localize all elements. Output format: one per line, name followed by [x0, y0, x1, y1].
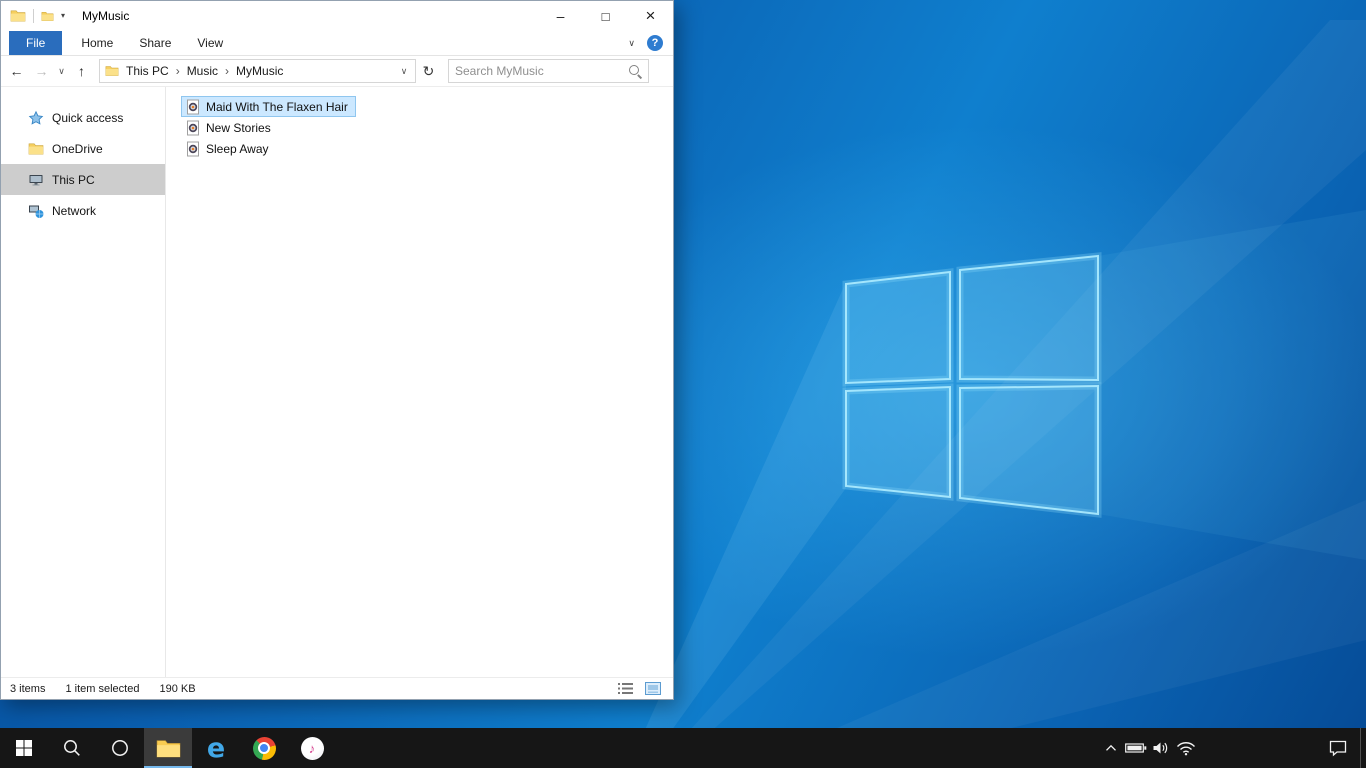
breadcrumb-mymusic[interactable]: MyMusic: [229, 64, 290, 78]
details-view-button[interactable]: [615, 680, 635, 698]
window-title: MyMusic: [82, 9, 130, 23]
sidebar-item-network[interactable]: Network: [1, 195, 165, 226]
search-icon[interactable]: [628, 64, 642, 78]
qat-folder-button-icon[interactable]: [41, 10, 54, 23]
media-file-icon: [185, 99, 201, 115]
search-icon: [62, 738, 82, 758]
recent-locations-chevron-icon[interactable]: ∨: [54, 66, 69, 77]
cortana-icon: [110, 738, 130, 758]
chrome-icon: [252, 736, 276, 760]
large-icons-view-button[interactable]: [643, 680, 663, 698]
breadcrumb-music[interactable]: Music: [180, 64, 225, 78]
file-item-maid-with-the-flaxen-hair[interactable]: Maid With The Flaxen Hair: [181, 96, 356, 117]
network-icon: [28, 203, 44, 219]
tab-view[interactable]: View: [184, 31, 236, 55]
qat-customize-chevron-icon[interactable]: ▾: [61, 11, 65, 21]
address-folder-icon: [105, 64, 119, 78]
taskbar-search-button[interactable]: [48, 728, 96, 768]
ribbon-tab-bar: File Home Share View ∨ ?: [1, 31, 673, 56]
sidebar-item-label: This PC: [52, 172, 95, 187]
titlebar: ▾ MyMusic – □ ×: [1, 1, 673, 31]
file-explorer-window: ▾ MyMusic – □ × File Home Share View ∨ ?…: [0, 0, 674, 700]
sidebar-item-this-pc[interactable]: This PC: [1, 164, 165, 195]
taskbar-chrome-button[interactable]: [240, 728, 288, 768]
show-desktop-button[interactable]: [1360, 728, 1366, 768]
system-tray: [1098, 728, 1198, 768]
tab-home[interactable]: Home: [68, 31, 126, 55]
help-icon[interactable]: ?: [647, 35, 663, 51]
ribbon-collapse-icon[interactable]: ∨: [628, 38, 635, 49]
view-toggle-group: [615, 680, 663, 698]
file-explorer-icon: [156, 738, 181, 759]
itunes-icon: ♪: [300, 736, 324, 760]
quick-access-toolbar: ▾: [10, 8, 65, 24]
status-item-count: 3 items: [10, 682, 46, 695]
search-box: [448, 59, 649, 83]
tray-spacer: [1198, 728, 1316, 768]
window-folder-icon: [10, 8, 26, 24]
status-size: 190 KB: [159, 682, 196, 695]
file-item-new-stories[interactable]: New Stories: [181, 117, 279, 138]
edge-icon: e: [206, 732, 226, 764]
taskbar-edge-button[interactable]: e: [192, 728, 240, 768]
tray-overflow-button[interactable]: [1098, 728, 1123, 768]
tab-share[interactable]: Share: [126, 31, 184, 55]
forward-button[interactable]: →: [29, 63, 54, 79]
start-button[interactable]: [0, 728, 48, 768]
minimize-button[interactable]: –: [538, 1, 583, 31]
status-bar: 3 items 1 item selected 190 KB: [1, 677, 673, 699]
address-dropdown-icon[interactable]: ∨: [396, 66, 412, 77]
sidebar-item-onedrive[interactable]: OneDrive: [1, 133, 165, 164]
up-button[interactable]: ↑: [69, 63, 94, 79]
onedrive-icon: [28, 141, 44, 157]
details-view-icon: [618, 682, 633, 695]
refresh-icon[interactable]: ↻: [416, 63, 441, 80]
windows-logo-icon: [16, 740, 32, 756]
file-list: Maid With The Flaxen Hair New Stories Sl…: [166, 87, 673, 677]
breadcrumb-this-pc[interactable]: This PC: [119, 64, 176, 78]
action-center-button[interactable]: [1316, 728, 1360, 768]
volume-icon: [1152, 741, 1170, 755]
file-name: New Stories: [206, 120, 271, 135]
window-controls: – □ ×: [538, 1, 673, 31]
action-center-icon: [1328, 739, 1348, 757]
quick-access-star-icon: [28, 110, 44, 126]
media-file-icon: [185, 141, 201, 157]
search-input[interactable]: [455, 64, 628, 78]
ribbon-right-controls: ∨ ?: [628, 31, 673, 55]
file-name: Maid With The Flaxen Hair: [206, 99, 348, 114]
navigation-pane: Quick access OneDrive This PC Network: [1, 87, 166, 677]
qat-separator: [33, 9, 34, 23]
sidebar-item-label: Network: [52, 203, 97, 218]
back-button[interactable]: ←: [4, 63, 29, 79]
chevron-up-icon: [1105, 744, 1117, 752]
taskbar-file-explorer-button[interactable]: [144, 728, 192, 768]
volume-button[interactable]: [1148, 728, 1173, 768]
this-pc-icon: [28, 172, 44, 188]
taskbar: e ♪: [0, 728, 1366, 768]
battery-status-button[interactable]: [1123, 728, 1148, 768]
battery-icon: [1125, 742, 1147, 754]
sidebar-item-quick-access[interactable]: Quick access: [1, 102, 165, 133]
sidebar-item-label: OneDrive: [52, 141, 103, 156]
wifi-icon: [1176, 741, 1196, 756]
address-box[interactable]: This PC › Music › MyMusic ∨: [99, 59, 416, 83]
cortana-button[interactable]: [96, 728, 144, 768]
file-item-sleep-away[interactable]: Sleep Away: [181, 138, 277, 159]
taskbar-itunes-button[interactable]: ♪: [288, 728, 336, 768]
close-button[interactable]: ×: [628, 1, 673, 31]
status-selection: 1 item selected: [65, 682, 140, 695]
maximize-button[interactable]: □: [583, 1, 628, 31]
tab-file[interactable]: File: [9, 31, 63, 55]
explorer-body: Quick access OneDrive This PC Network Ma…: [1, 87, 673, 677]
media-file-icon: [185, 120, 201, 136]
network-status-button[interactable]: [1173, 728, 1198, 768]
large-icons-view-icon: [645, 682, 661, 695]
file-name: Sleep Away: [206, 141, 269, 156]
address-bar-row: ← → ∨ ↑ This PC › Music › MyMusic ∨ ↻: [1, 56, 673, 87]
sidebar-item-label: Quick access: [52, 110, 124, 125]
